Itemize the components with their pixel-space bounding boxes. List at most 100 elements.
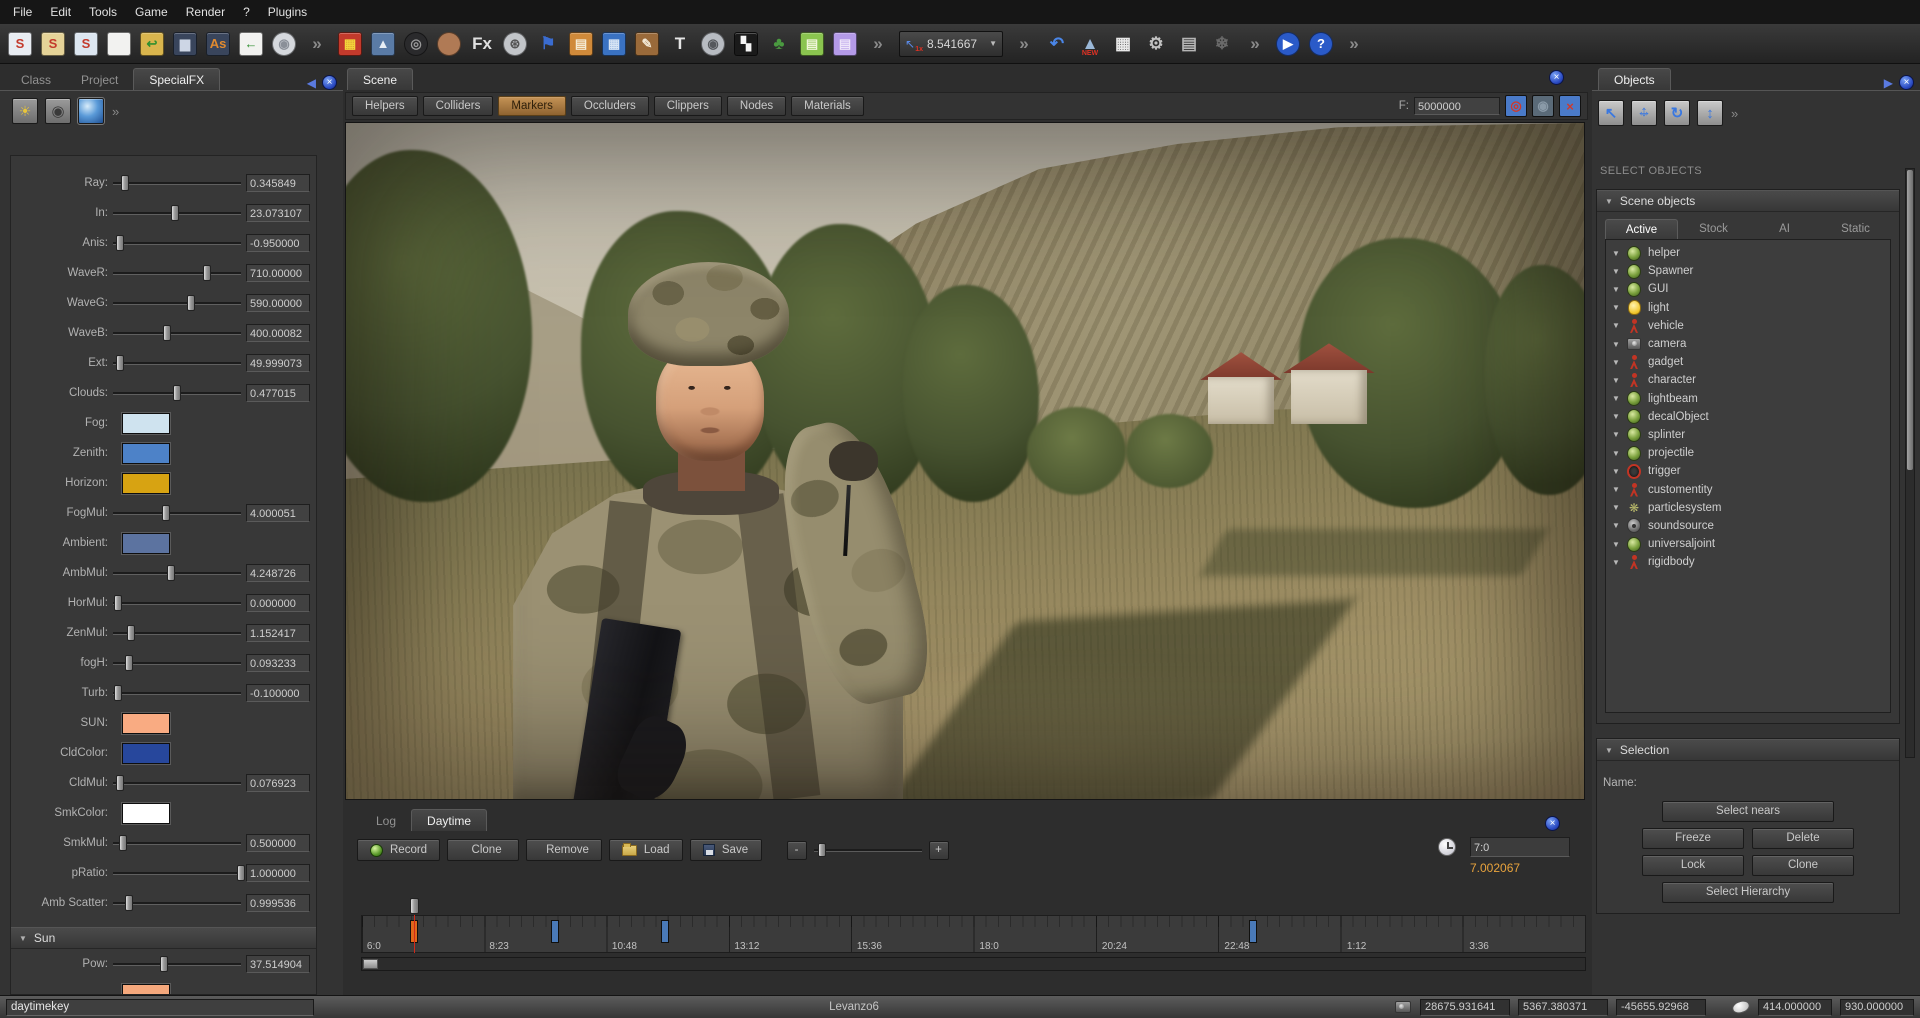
value-field[interactable]: 0.076923	[246, 774, 310, 792]
slider-track[interactable]	[113, 385, 241, 401]
value-field[interactable]: 0.000000	[246, 594, 310, 612]
speaker-icon[interactable]: ◉	[701, 32, 725, 56]
app-doc-icon-1[interactable]: S	[8, 32, 32, 56]
slider-track[interactable]	[113, 295, 241, 311]
tree-item[interactable]: ▼ projectile	[1606, 444, 1890, 462]
chevron-down-icon[interactable]: ▼	[989, 39, 997, 48]
value-field[interactable]: 0.477015	[246, 384, 310, 402]
color-swatch[interactable]	[122, 473, 170, 494]
save-as-icon[interactable]: As	[206, 32, 230, 56]
overflow-chevron[interactable]: »	[1012, 32, 1036, 56]
slider-track[interactable]	[113, 895, 241, 911]
tree-item[interactable]: ▼ camera	[1606, 335, 1890, 353]
delete-button[interactable]: Delete	[1752, 828, 1854, 849]
tree-item[interactable]: ▼ character	[1606, 371, 1890, 389]
snapshot-icon[interactable]: ◉	[1532, 95, 1554, 117]
menu-item[interactable]: Game	[126, 0, 177, 24]
close-icon[interactable]: ×	[1545, 816, 1560, 831]
expand-arrow-icon[interactable]: ▼	[1612, 485, 1627, 494]
time-field[interactable]: 7:0	[1470, 837, 1570, 857]
target-icon[interactable]: ◎	[1505, 95, 1527, 117]
expand-arrow-icon[interactable]: ▼	[1612, 267, 1627, 276]
maximize-icon[interactable]: ×	[1559, 95, 1581, 117]
scrollbar-thumb[interactable]	[1907, 170, 1913, 470]
collapse-left-icon[interactable]: ◀	[301, 76, 322, 90]
daytime-button[interactable]: Remove	[526, 839, 602, 861]
open-folder-icon[interactable]: ↩	[140, 32, 164, 56]
slider-thumb[interactable]	[116, 235, 124, 251]
scrollbar-thumb[interactable]	[363, 959, 378, 969]
save-icon[interactable]: ▆	[173, 32, 197, 56]
snowflake-icon[interactable]: ❄	[1210, 32, 1234, 56]
value-field[interactable]: 4.000051	[246, 504, 310, 522]
slider-track[interactable]	[113, 505, 241, 521]
slider-thumb[interactable]	[187, 295, 195, 311]
color-swatch[interactable]	[122, 533, 170, 554]
expand-arrow-icon[interactable]: ▼	[1612, 449, 1627, 458]
tree-item[interactable]: ▼ particlesystem	[1606, 499, 1890, 517]
tree-scrollbar[interactable]	[1905, 168, 1915, 758]
slider-track[interactable]	[113, 625, 241, 641]
value-field[interactable]: 37.514904	[246, 955, 310, 973]
expand-arrow-icon[interactable]: ▼	[1612, 285, 1627, 294]
zoom-dropdown[interactable]: ↖1x 8.541667 ▼	[899, 31, 1003, 57]
slider-track[interactable]	[113, 565, 241, 581]
tree-item[interactable]: ▼ soundsource	[1606, 517, 1890, 535]
value-field[interactable]: 4.248726	[246, 564, 310, 582]
planet-icon[interactable]	[437, 32, 461, 56]
help-icon[interactable]: ?	[1309, 32, 1333, 56]
scene-mode-button[interactable]: Clippers	[654, 96, 722, 116]
value-field[interactable]: 23.073107	[246, 204, 310, 222]
select-hierarchy-button[interactable]: Select Hierarchy	[1662, 882, 1834, 903]
value-field[interactable]: 0.345849	[246, 174, 310, 192]
tab-objects[interactable]: Objects	[1598, 68, 1671, 90]
undo-icon[interactable]: ↶	[1045, 32, 1069, 56]
flag-icon[interactable]: ⚑	[536, 32, 560, 56]
frame-field[interactable]: 5000000	[1414, 97, 1500, 115]
tab-scene[interactable]: Scene	[347, 68, 413, 90]
slider-thumb[interactable]	[160, 956, 168, 972]
checker-icon[interactable]: ▚	[734, 32, 758, 56]
slider-thumb[interactable]	[237, 865, 245, 881]
value-field[interactable]: 1.000000	[246, 864, 310, 882]
keyboard-icon[interactable]: ▤	[1177, 32, 1201, 56]
expand-arrow-icon[interactable]: ▼	[1612, 340, 1627, 349]
scene-mode-button[interactable]: Occluders	[571, 96, 649, 116]
daytime-button[interactable]: Load	[609, 839, 683, 861]
daytime-button[interactable]: Record	[357, 839, 440, 861]
slider-thumb[interactable]	[162, 505, 170, 521]
tire-icon[interactable]: ◎	[404, 32, 428, 56]
slider-track[interactable]	[113, 355, 241, 371]
value-field[interactable]: 400.00082	[246, 324, 310, 342]
slider-track[interactable]	[113, 175, 241, 191]
bottom-tab[interactable]: Log	[361, 810, 411, 831]
color-swatch[interactable]	[122, 743, 170, 764]
slider-track[interactable]	[113, 775, 241, 791]
slider-thumb[interactable]	[116, 775, 124, 791]
timeline-ruler[interactable]	[361, 915, 1586, 953]
zoom-out-button[interactable]: -	[787, 841, 807, 860]
expand-arrow-icon[interactable]: ▼	[1612, 321, 1627, 330]
tree-item[interactable]: ▼ universaljoint	[1606, 535, 1890, 553]
tree-item[interactable]: ▼ helper	[1606, 244, 1890, 262]
expand-arrow-icon[interactable]: ▼	[1612, 303, 1627, 312]
value-field[interactable]: 49.999073	[246, 354, 310, 372]
scene-objects-header[interactable]: ▼ Scene objects	[1597, 190, 1899, 212]
slider-thumb[interactable]	[127, 625, 135, 641]
rubiks-cube-icon[interactable]: ▦	[338, 32, 362, 56]
play-icon[interactable]: ▶	[1276, 32, 1300, 56]
note-green-icon[interactable]: ▤	[800, 32, 824, 56]
overflow-chevron[interactable]: »	[1342, 32, 1366, 56]
tree-item[interactable]: ▼ decalObject	[1606, 408, 1890, 426]
key-name-input[interactable]: daytimekey	[6, 999, 314, 1016]
slider-thumb[interactable]	[125, 895, 133, 911]
slider-track[interactable]	[113, 685, 241, 701]
color-swatch[interactable]	[122, 984, 170, 996]
value-field[interactable]: 590.00000	[246, 294, 310, 312]
bonsai-icon[interactable]: ♣	[767, 32, 791, 56]
expand-arrow-icon[interactable]: ▼	[1612, 558, 1627, 567]
tree-item[interactable]: ▼ light	[1606, 299, 1890, 317]
scene-mode-button[interactable]: Colliders	[423, 96, 494, 116]
expand-right-icon[interactable]: ▶	[1878, 76, 1899, 90]
scene-mode-button[interactable]: Nodes	[727, 96, 786, 116]
